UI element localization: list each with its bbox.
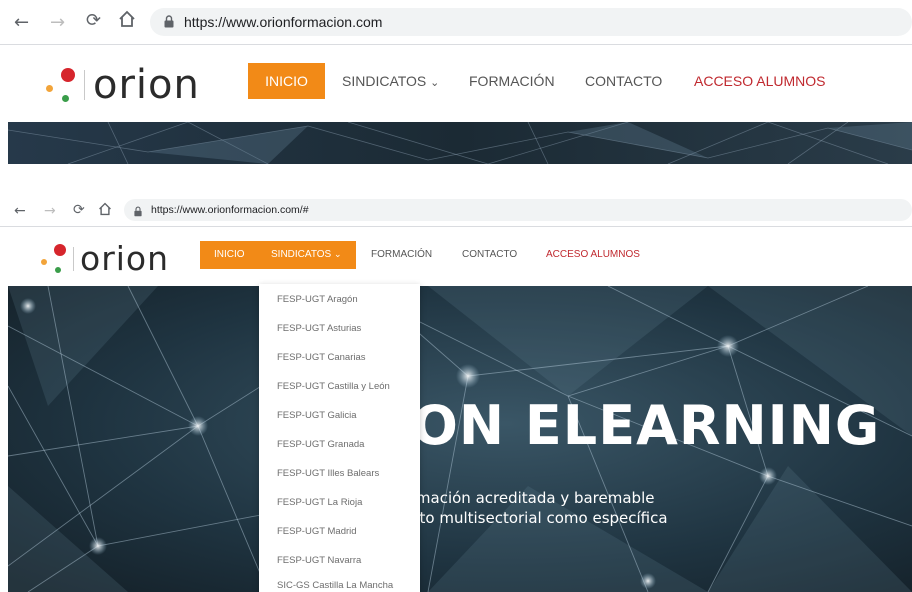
menu-acceso-alumnos[interactable]: ACCESO ALUMNOS: [546, 250, 640, 260]
menu-contacto[interactable]: CONTACTO: [585, 74, 662, 88]
reload-icon[interactable]: ⟳: [86, 12, 101, 30]
home-icon[interactable]: [98, 202, 112, 219]
back-arrow-icon[interactable]: ←: [14, 14, 29, 32]
chevron-down-icon: ⌄: [430, 77, 440, 89]
menu-inicio[interactable]: INICIO: [248, 63, 325, 99]
menu-formacion[interactable]: FORMACIÓN: [469, 74, 555, 88]
dropdown-item[interactable]: FESP-UGT Galicia: [277, 410, 357, 421]
logo-separator: [73, 247, 74, 271]
chevron-down-icon: ⌄: [333, 249, 342, 259]
menu-sindicatos[interactable]: SINDICATOS ⌄: [271, 250, 342, 260]
logo-dot-orange-icon: [46, 85, 53, 92]
hero-banner: ON ELEARNING rmación acreditada y barema…: [8, 286, 912, 592]
reload-icon[interactable]: ⟳: [73, 203, 85, 217]
logo-dot-orange-icon: [41, 259, 47, 265]
menu-acceso-alumnos[interactable]: ACCESO ALUMNOS: [694, 74, 825, 88]
forward-arrow-icon[interactable]: →: [50, 14, 65, 32]
network-pattern-icon: [8, 122, 912, 164]
logo-separator: [84, 70, 85, 100]
dropdown-item[interactable]: FESP-UGT Canarias: [277, 352, 366, 363]
dropdown-item[interactable]: FESP-UGT Asturias: [277, 323, 361, 334]
dropdown-item[interactable]: FESP-UGT Castilla y León: [277, 381, 390, 392]
forward-arrow-icon[interactable]: →: [44, 204, 56, 218]
address-bar[interactable]: https://www.orionformacion.com/#: [124, 199, 912, 221]
hero-subtitle-line1: rmación acreditada y baremable: [410, 489, 655, 507]
dropdown-item[interactable]: FESP-UGT Aragón: [277, 294, 358, 305]
back-arrow-icon[interactable]: ←: [14, 204, 26, 218]
dropdown-item[interactable]: SIC-GS Castilla La Mancha: [277, 580, 393, 591]
toolbar-divider: [0, 226, 912, 227]
home-icon[interactable]: [118, 10, 136, 31]
menu-contacto[interactable]: CONTACTO: [462, 250, 517, 260]
menu-sindicatos-label: SINDICATOS: [342, 73, 427, 89]
dropdown-item[interactable]: FESP-UGT Navarra: [277, 555, 361, 566]
logo-dot-green-icon: [62, 95, 69, 102]
menu-sindicatos[interactable]: SINDICATOS ⌄: [342, 74, 439, 89]
logo-text: orion: [93, 62, 200, 108]
dropdown-item[interactable]: FESP-UGT Illes Balears: [277, 468, 379, 479]
dropdown-item[interactable]: FESP-UGT La Rioja: [277, 497, 362, 508]
menu-formacion[interactable]: FORMACIÓN: [371, 250, 432, 260]
logo-dot-green-icon: [55, 267, 61, 273]
logo-text: orion: [80, 239, 170, 278]
hero-subtitle-line2: nto multisectorial como específica: [410, 509, 668, 527]
hero-banner-strip: [8, 122, 912, 164]
lock-icon: [134, 204, 142, 222]
menu-sindicatos-label: SINDICATOS: [271, 249, 332, 260]
logo-dot-red-icon: [54, 244, 66, 256]
menu-inicio[interactable]: INICIO: [214, 250, 245, 260]
lock-icon: [164, 15, 174, 33]
url-text: https://www.orionformacion.com: [184, 14, 383, 30]
sindicatos-dropdown: FESP-UGT Aragón FESP-UGT Asturias FESP-U…: [259, 284, 420, 592]
address-bar[interactable]: https://www.orionformacion.com: [150, 8, 912, 36]
dropdown-item[interactable]: FESP-UGT Madrid: [277, 526, 357, 537]
dropdown-item[interactable]: FESP-UGT Granada: [277, 439, 364, 450]
toolbar-divider: [0, 44, 912, 45]
url-text: https://www.orionformacion.com/#: [151, 204, 309, 216]
logo-dot-red-icon: [61, 68, 75, 82]
hero-title: ON ELEARNING: [412, 394, 881, 457]
